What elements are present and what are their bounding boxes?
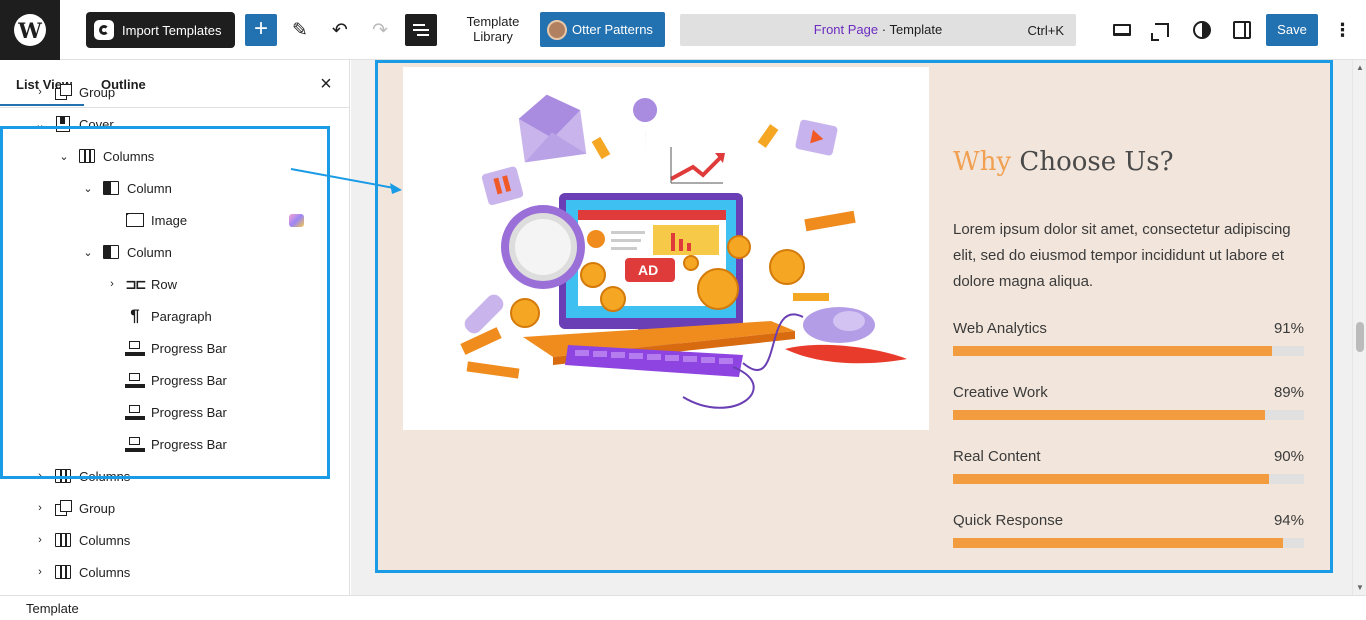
progress-fill xyxy=(953,474,1269,484)
document-type: Template xyxy=(889,22,943,37)
otter-patterns-label: Otter Patterns xyxy=(572,22,653,37)
progress-bar-creative-work[interactable]: Creative Work 89% xyxy=(953,384,1304,424)
list-view-item-columns[interactable]: › Columns xyxy=(0,556,349,588)
chevron-right-icon[interactable]: › xyxy=(33,566,47,578)
document-bar[interactable]: Front Page · Template Ctrl+K xyxy=(680,14,1076,46)
more-vertical-icon: ⋮ xyxy=(1333,20,1352,40)
list-view-item-label: Group xyxy=(79,84,116,100)
wordpress-logo-icon: W xyxy=(14,14,46,46)
progress-label: Creative Work xyxy=(953,384,1048,401)
templates-icon xyxy=(94,20,114,40)
laptop-icon xyxy=(1113,24,1131,36)
chevron-right-icon[interactable]: › xyxy=(33,502,47,514)
section-heading[interactable]: Why Choose Us? xyxy=(953,147,1174,177)
chevron-right-icon[interactable]: › xyxy=(33,86,47,98)
progress-percent: 94% xyxy=(1273,512,1304,529)
columns-icon xyxy=(53,562,73,582)
progress-bar-web-analytics[interactable]: Web Analytics 91% xyxy=(953,320,1304,360)
heading-accent-word: Why xyxy=(953,147,1012,177)
scroll-down-arrow-icon[interactable]: ▼ xyxy=(1356,583,1364,592)
list-view-item-group[interactable]: › Group xyxy=(0,492,349,524)
command-shortcut: Ctrl+K xyxy=(1027,23,1064,38)
svg-text:AD: AD xyxy=(638,262,658,278)
progress-fill xyxy=(953,410,1266,420)
list-view-item-label: Columns xyxy=(79,564,131,580)
list-view-item-columns[interactable]: › Columns xyxy=(0,524,349,556)
sidebar-icon xyxy=(1233,21,1251,39)
breadcrumb-template[interactable]: Template xyxy=(26,601,79,616)
otter-patterns-button[interactable]: Otter Patterns xyxy=(540,12,665,47)
import-templates-label: Import Templates xyxy=(122,22,222,38)
progress-fill xyxy=(953,538,1283,548)
section-paragraph[interactable]: Lorem ipsum dolor sit amet, consectetur … xyxy=(953,217,1298,295)
cover-block[interactable]: AD Why Choose Us? Lorem ipsum dolor sit … xyxy=(375,60,1333,573)
settings-sidebar-button[interactable] xyxy=(1226,14,1258,46)
styles-button[interactable] xyxy=(1186,14,1218,46)
document-separator: · xyxy=(878,22,890,37)
progress-percent: 90% xyxy=(1273,448,1304,465)
progress-fill xyxy=(953,346,1273,356)
progress-label: Web Analytics xyxy=(953,320,1047,337)
scroll-up-arrow-icon[interactable]: ▲ xyxy=(1356,63,1364,72)
group-icon xyxy=(53,82,73,102)
template-library-line2: Library xyxy=(473,29,513,44)
contrast-icon xyxy=(1193,21,1211,39)
block-breadcrumb-bar: Template xyxy=(0,595,1366,620)
list-view-icon xyxy=(413,21,429,39)
undo-icon[interactable]: ↶ xyxy=(324,14,356,46)
redo-icon[interactable]: ↷ xyxy=(364,14,396,46)
group-icon xyxy=(53,498,73,518)
columns-icon xyxy=(53,530,73,550)
scroll-thumb[interactable] xyxy=(1356,322,1364,352)
canvas-scrollbar[interactable]: ▲ ▼ xyxy=(1352,60,1366,595)
save-button[interactable]: Save xyxy=(1266,14,1318,46)
progress-bar-quick-response[interactable]: Quick Response 94% xyxy=(953,512,1304,552)
progress-bar-real-content[interactable]: Real Content 90% xyxy=(953,448,1304,488)
device-preview-button[interactable] xyxy=(1106,14,1138,46)
progress-track xyxy=(953,410,1304,420)
editor-top-bar: W Import Templates + ✎ ↶ ↷ Template Libr… xyxy=(0,0,1366,60)
otter-avatar-icon xyxy=(547,19,567,40)
progress-label: Real Content xyxy=(953,448,1041,465)
expand-icon xyxy=(1151,23,1169,41)
progress-track xyxy=(953,346,1304,356)
chevron-right-icon[interactable]: › xyxy=(33,534,47,546)
fullscreen-button[interactable] xyxy=(1146,14,1178,46)
progress-label: Quick Response xyxy=(953,512,1064,529)
editor-canvas: AD Why Choose Us? Lorem ipsum dolor sit … xyxy=(351,60,1352,595)
selected-block-outline xyxy=(0,126,330,479)
template-library-line1: Template xyxy=(466,14,520,29)
progress-track xyxy=(953,474,1304,484)
options-button[interactable]: ⋮ xyxy=(1326,14,1358,46)
list-view-item-label: Group xyxy=(79,500,116,516)
document-page-name: Front Page xyxy=(813,22,879,37)
import-templates-button[interactable]: Import Templates xyxy=(86,12,235,48)
list-view-panel: List View Outline × › Group ⌄ Cover ⌄ Columns… xyxy=(0,60,350,595)
marketing-illustration-svg: AD xyxy=(460,94,907,409)
add-block-button[interactable]: + xyxy=(245,14,277,46)
list-view-toggle-button[interactable] xyxy=(405,14,437,46)
progress-track xyxy=(953,538,1304,548)
marketing-illustration-image[interactable]: AD xyxy=(403,67,929,430)
template-library-button[interactable]: Template Library xyxy=(458,14,528,44)
list-view-item-label: Columns xyxy=(79,532,131,548)
list-view-item-group[interactable]: › Group xyxy=(0,76,349,108)
pencil-icon[interactable]: ✎ xyxy=(284,14,316,46)
document-title: Front Page · Template xyxy=(680,22,1076,37)
heading-rest: Choose Us? xyxy=(1011,147,1174,177)
progress-percent: 91% xyxy=(1273,320,1304,337)
wordpress-logo-button[interactable]: W xyxy=(0,0,60,60)
progress-percent: 89% xyxy=(1273,384,1304,401)
